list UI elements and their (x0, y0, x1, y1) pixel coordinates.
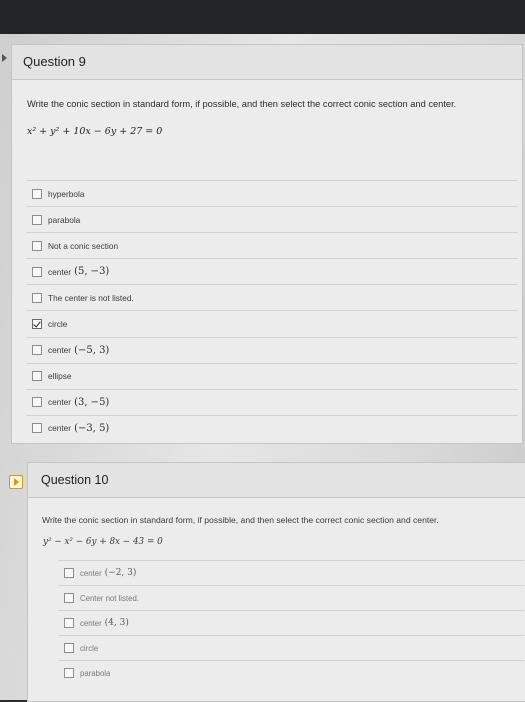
answer-label: hyperbola (48, 188, 85, 199)
answer-option[interactable]: center (5, −3) (26, 258, 518, 284)
answer-label: center (48, 266, 72, 277)
question-title: Question 9 (23, 54, 86, 69)
answer-option[interactable]: center (4, 3) (58, 610, 524, 635)
answer-option[interactable]: The center is not listed. (26, 284, 518, 310)
checkbox[interactable] (32, 292, 42, 303)
question-equation: y² − x² − 6y + 8x − 43 = 0 (43, 537, 163, 547)
flag-question-icon[interactable] (9, 475, 23, 489)
checkbox[interactable] (64, 568, 74, 578)
answer-option[interactable]: center (3, −5) (26, 388, 518, 415)
answer-math: (3, −5) (74, 396, 110, 408)
question-prompt: Write the conic section in standard form… (27, 99, 457, 109)
answer-label: parabola (80, 668, 111, 678)
answer-list: center (−2, 3) Center not listed. center… (58, 560, 524, 685)
answer-option[interactable]: Center not listed. (58, 585, 524, 610)
answer-label: ellipse (48, 371, 72, 382)
checkbox[interactable] (32, 240, 42, 251)
checkbox-checked[interactable] (32, 319, 42, 330)
answer-label: center (48, 397, 72, 408)
answer-label: center (48, 345, 72, 356)
answer-option[interactable]: center (−3, 5) (26, 414, 518, 441)
answer-option[interactable]: center (−2, 3) (58, 560, 524, 585)
answer-label: center (48, 423, 72, 434)
answer-label: center (80, 618, 102, 628)
answer-label: Center not listed. (80, 593, 139, 603)
answer-option[interactable]: ellipse (26, 362, 518, 389)
answer-math: (−3, 5) (74, 422, 110, 434)
answer-label: The center is not listed. (48, 292, 134, 303)
question-header: Question 10 (28, 463, 525, 498)
answer-math: (−2, 3) (104, 568, 137, 578)
screen-bezel (0, 0, 525, 34)
checkbox[interactable] (64, 593, 74, 603)
answer-option[interactable]: circle (58, 635, 524, 660)
answer-option[interactable]: hyperbola (26, 180, 518, 206)
answer-math: (5, −3) (74, 266, 110, 278)
collapse-arrow-icon[interactable] (2, 54, 7, 62)
answer-math: (−5, 3) (74, 344, 110, 356)
answer-option[interactable]: parabola (26, 206, 518, 232)
question-prompt: Write the conic section in standard form… (42, 515, 439, 525)
answer-label: circle (48, 319, 68, 330)
checkbox[interactable] (32, 423, 42, 434)
answer-label: Not a conic section (48, 240, 119, 251)
question-header: Question 9 (12, 45, 522, 80)
question-equation: x² + y² + 10x − 6y + 27 = 0 (27, 126, 163, 137)
answer-option[interactable]: center (−5, 3) (26, 336, 518, 363)
checkbox[interactable] (32, 266, 42, 277)
answer-option[interactable]: Not a conic section (26, 232, 518, 258)
answer-option[interactable]: circle (26, 310, 518, 336)
question-card-10: Question 10 Write the conic section in s… (27, 462, 525, 702)
checkbox[interactable] (32, 214, 42, 225)
question-card-9: Question 9 Write the conic section in st… (11, 44, 523, 444)
checkbox[interactable] (64, 618, 74, 628)
checkbox[interactable] (32, 397, 42, 408)
checkbox[interactable] (32, 371, 42, 382)
checkbox[interactable] (64, 643, 74, 653)
answer-label: center (80, 568, 102, 578)
checkbox[interactable] (32, 345, 42, 356)
answer-label: parabola (48, 214, 81, 225)
question-title: Question 10 (41, 473, 109, 487)
answer-math: (4, 3) (104, 618, 129, 628)
checkbox[interactable] (64, 668, 74, 678)
answer-label: circle (80, 643, 99, 653)
answer-list: hyperbola parabola Not a conic section c… (26, 180, 518, 441)
answer-option[interactable]: parabola (58, 660, 524, 685)
checkbox[interactable] (32, 188, 42, 199)
